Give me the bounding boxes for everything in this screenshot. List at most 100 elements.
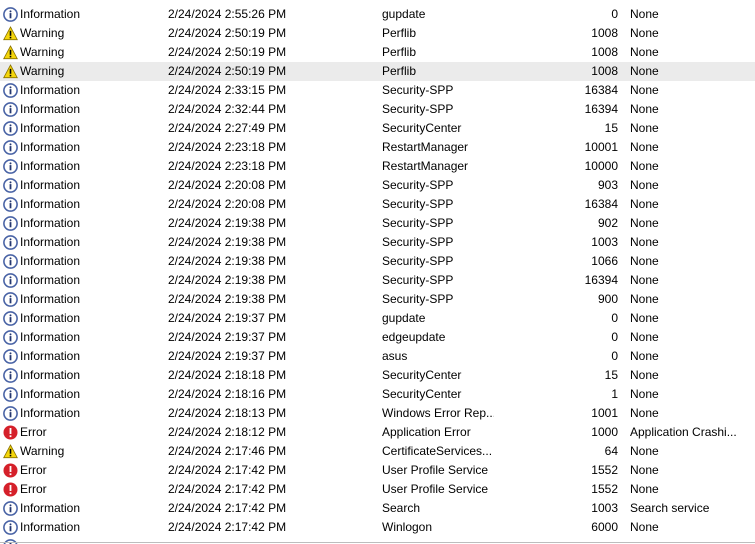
date-cell: 2/24/2024 2:19:38 PM xyxy=(168,292,287,306)
source-cell: RestartManager xyxy=(382,140,469,154)
table-row[interactable]: Information 2/24/2024 2:23:18 PM RestartMa… xyxy=(0,138,755,157)
table-row[interactable]: Warning 2/24/2024 2:17:46 PM CertificateSe… xyxy=(0,442,755,461)
date-cell: 2/24/2024 2:50:19 PM xyxy=(168,64,287,78)
date-cell: 2/24/2024 2:55:26 PM xyxy=(168,7,287,21)
source-cell: Windows Error Rep... xyxy=(382,406,494,420)
info-icon xyxy=(3,406,18,421)
task-category-cell: None xyxy=(630,64,659,78)
info-icon xyxy=(3,102,18,117)
event-id-cell: 10000 xyxy=(584,159,618,173)
event-id-cell: 6000 xyxy=(591,520,618,534)
table-row[interactable]: Error 2/24/2024 2:17:42 PM User Profile Se… xyxy=(0,480,755,499)
info-icon xyxy=(3,311,18,326)
level-label: Information xyxy=(20,121,81,135)
table-row[interactable]: Information 2/24/2024 2:18:18 PM SecurityC… xyxy=(0,366,755,385)
date-cell: 2/24/2024 2:23:18 PM xyxy=(168,159,287,173)
task-category-cell: None xyxy=(630,159,659,173)
table-row[interactable]: Error 2/24/2024 2:18:12 PM Application Err… xyxy=(0,423,755,442)
task-category-cell: None xyxy=(630,368,659,382)
level-label: Warning xyxy=(20,444,65,458)
level-label: Information xyxy=(20,349,81,363)
table-row[interactable]: Information 2/24/2024 2:19:38 PM Security-… xyxy=(0,252,755,271)
table-row[interactable]: Warning 2/24/2024 2:50:19 PM Perflib 1008 No… xyxy=(0,43,755,62)
level-cell: Information xyxy=(2,100,162,119)
table-row[interactable]: Information 2/24/2024 2:23:18 PM RestartMa… xyxy=(0,157,755,176)
info-icon xyxy=(3,387,18,402)
task-category-cell: None xyxy=(630,463,659,477)
table-row[interactable]: Information 2/24/2024 2:19:38 PM Security-… xyxy=(0,271,755,290)
table-row[interactable]: Information 2/24/2024 2:18:16 PM SecurityC… xyxy=(0,385,755,404)
level-label: Warning xyxy=(20,64,65,78)
info-icon xyxy=(3,292,18,307)
table-row[interactable]: Warning 2/24/2024 2:50:19 PM Perflib 1008 No… xyxy=(0,24,755,43)
task-category-cell: None xyxy=(630,26,659,40)
table-row[interactable]: Information 2/24/2024 2:17:42 PM Search 100… xyxy=(0,499,755,518)
source-cell: Perflib xyxy=(382,26,417,40)
task-category-cell: None xyxy=(630,197,659,211)
source-cell: Security-SPP xyxy=(382,178,454,192)
task-category-cell: None xyxy=(630,273,659,287)
table-row[interactable]: Information 2/24/2024 2:17:42 PM Winlogon 6… xyxy=(0,518,755,537)
level-label: Information xyxy=(20,311,81,325)
task-category-cell: None xyxy=(630,311,659,325)
table-row[interactable]: Information 2/24/2024 2:18:13 PM Windows E… xyxy=(0,404,755,423)
event-id-cell: 1001 xyxy=(591,406,618,420)
task-category-cell: None xyxy=(630,292,659,306)
info-icon xyxy=(3,501,18,516)
date-cell: 2/24/2024 2:19:37 PM xyxy=(168,330,287,344)
level-label: Information xyxy=(20,216,81,230)
table-row[interactable]: Information 2/24/2024 2:32:44 PM Security-… xyxy=(0,100,755,119)
event-id-cell: 1003 xyxy=(591,235,618,249)
event-id-cell: 900 xyxy=(597,292,618,306)
event-id-cell: 1 xyxy=(611,387,618,401)
date-cell: 2/24/2024 2:20:08 PM xyxy=(168,197,287,211)
info-icon xyxy=(3,197,18,212)
table-row[interactable]: Error 2/24/2024 2:17:42 PM User Profile Se… xyxy=(0,461,755,480)
level-cell: Information xyxy=(2,252,162,271)
info-icon xyxy=(3,121,18,136)
table-row[interactable]: Warning 2/24/2024 2:50:19 PM Perflib 1008 No… xyxy=(0,62,755,81)
event-id-cell: 1552 xyxy=(591,482,618,496)
event-id-cell: 1066 xyxy=(591,254,618,268)
event-id-cell: 10001 xyxy=(584,140,618,154)
table-row[interactable]: Information 2/24/2024 2:19:37 PM edgeupdat… xyxy=(0,328,755,347)
table-row[interactable]: Information 2/24/2024 2:19:37 PM asus 0 None xyxy=(0,347,755,366)
info-icon xyxy=(3,273,18,288)
date-cell: 2/24/2024 2:19:38 PM xyxy=(168,273,287,287)
table-row[interactable]: Information 2/24/2024 2:19:37 PM gupdate 0 N… xyxy=(0,309,755,328)
source-cell: Security-SPP xyxy=(382,273,454,287)
table-row[interactable]: Information 2/24/2024 2:19:38 PM Security-… xyxy=(0,233,755,252)
error-icon xyxy=(3,482,18,497)
level-label: Information xyxy=(20,197,81,211)
source-cell: SecurityCenter xyxy=(382,368,462,382)
level-cell: Information xyxy=(2,499,162,518)
table-row[interactable]: Information 2/24/2024 2:19:38 PM Security-… xyxy=(0,214,755,233)
source-cell: User Profile Service xyxy=(382,482,489,496)
source-cell: Perflib xyxy=(382,45,417,59)
table-row[interactable]: Information 2/24/2024 2:19:38 PM Security-… xyxy=(0,290,755,309)
source-cell: Application Error xyxy=(382,425,471,439)
level-label: Information xyxy=(20,387,81,401)
source-cell: SecurityCenter xyxy=(382,121,462,135)
table-row[interactable]: Information 2/24/2024 2:33:15 PM Security-… xyxy=(0,81,755,100)
table-row[interactable]: Information 2/24/2024 2:20:08 PM Security-… xyxy=(0,176,755,195)
source-cell: Search xyxy=(382,501,421,515)
source-cell: Security-SPP xyxy=(382,254,454,268)
date-cell: 2/24/2024 2:18:13 PM xyxy=(168,406,287,420)
warning-icon xyxy=(3,45,18,60)
level-cell: Information xyxy=(2,233,162,252)
date-cell: 2/24/2024 2:18:12 PM xyxy=(168,425,287,439)
table-row[interactable]: Information 2/24/2024 2:55:26 PM gupdate 0 N… xyxy=(0,5,755,24)
source-cell: Security-SPP xyxy=(382,83,454,97)
source-cell: gupdate xyxy=(382,7,426,21)
task-category-cell: None xyxy=(630,7,659,21)
source-cell: Winlogon xyxy=(382,520,433,534)
date-cell: 2/24/2024 2:32:44 PM xyxy=(168,102,287,116)
level-label: Information xyxy=(20,406,81,420)
table-row[interactable]: Information 2/24/2024 2:20:08 PM Security-… xyxy=(0,195,755,214)
date-cell: 2/24/2024 2:33:15 PM xyxy=(168,83,287,97)
level-label: Information xyxy=(20,292,81,306)
event-id-cell: 1552 xyxy=(591,463,618,477)
level-cell: Error xyxy=(2,423,162,442)
table-row[interactable]: Information 2/24/2024 2:27:49 PM SecurityC… xyxy=(0,119,755,138)
